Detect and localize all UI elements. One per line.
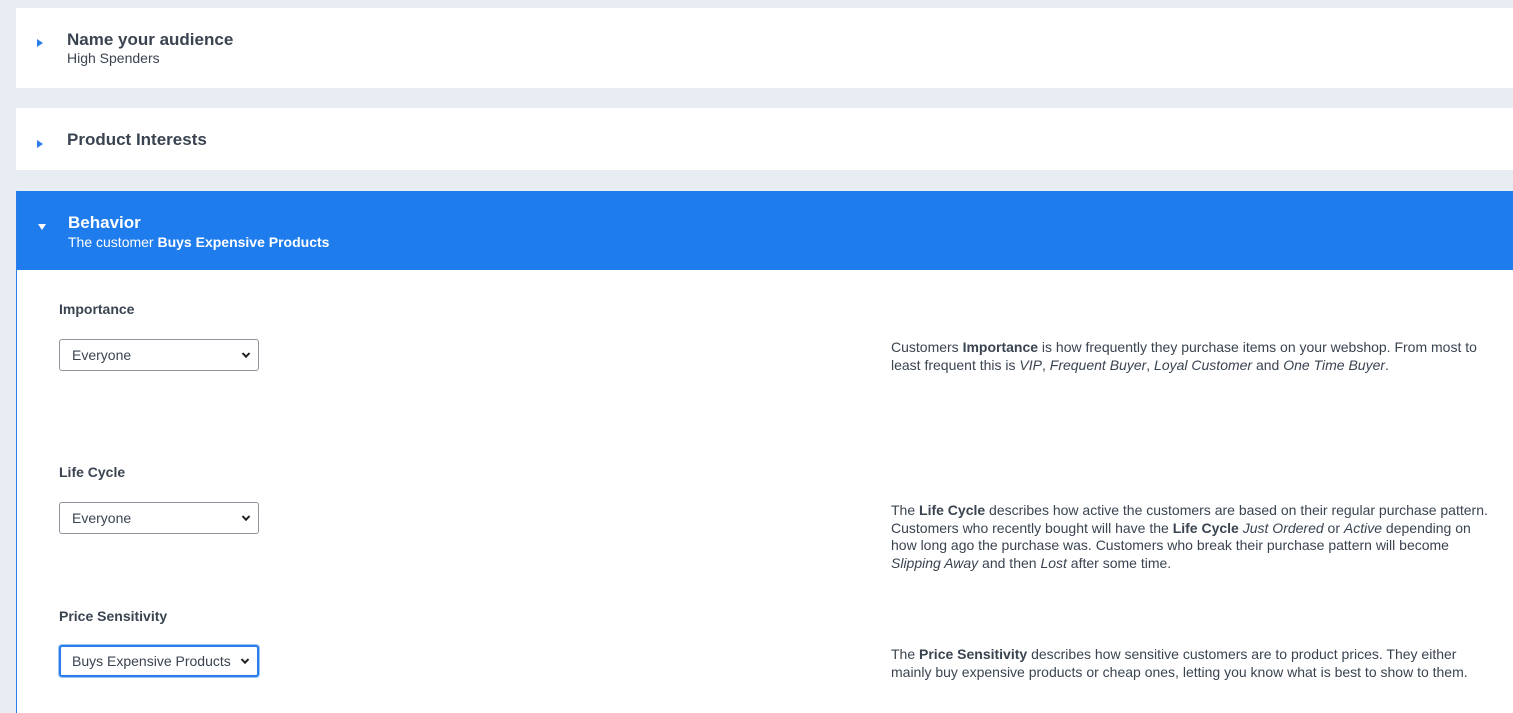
price-sensitivity-description: The Price Sensitivity describes how sens… xyxy=(891,646,1468,680)
life-cycle-select[interactable]: Everyone xyxy=(59,502,259,534)
subtitle-value: Buys Expensive Products xyxy=(157,234,330,250)
panel-title: Name your audience xyxy=(67,30,234,49)
panel-subtitle: The customer Buys Expensive Products xyxy=(68,234,329,250)
panel-header-name-audience[interactable]: Name your audience High Spenders xyxy=(16,8,1513,88)
life-cycle-select-value: Everyone xyxy=(72,510,132,526)
chevron-down-icon xyxy=(241,349,251,359)
panel-title: Product Interests xyxy=(67,130,207,149)
importance-description: Customers Importance is how frequently t… xyxy=(891,339,1477,373)
price-sensitivity-select[interactable]: Buys Expensive Products xyxy=(59,645,259,677)
panel-header-product-interests[interactable]: Product Interests xyxy=(16,108,1513,170)
caret-right-icon[interactable] xyxy=(37,140,43,148)
caret-down-icon[interactable] xyxy=(38,224,46,230)
panel-title: Behavior xyxy=(68,213,141,232)
importance-label: Importance xyxy=(59,301,135,317)
panel-name-audience: Name your audience High Spenders xyxy=(16,8,1513,88)
panel-subtitle: High Spenders xyxy=(67,50,160,66)
subtitle-prefix: The customer xyxy=(68,234,158,250)
caret-right-icon[interactable] xyxy=(37,39,43,47)
life-cycle-label: Life Cycle xyxy=(59,464,126,480)
chevron-down-icon xyxy=(241,512,251,522)
price-sensitivity-select-value: Buys Expensive Products xyxy=(72,653,231,669)
panel-header-behavior[interactable]: Behavior The customer Buys Expensive Pro… xyxy=(17,191,1513,270)
price-sensitivity-label: Price Sensitivity xyxy=(59,608,168,624)
panel-product-interests: Product Interests xyxy=(16,108,1513,170)
panel-behavior: Behavior The customer Buys Expensive Pro… xyxy=(16,191,1513,713)
importance-select[interactable]: Everyone xyxy=(59,339,259,371)
importance-select-value: Everyone xyxy=(72,347,132,363)
life-cycle-description: The Life Cycle describes how active the … xyxy=(891,502,1488,571)
chevron-down-icon xyxy=(240,655,250,665)
